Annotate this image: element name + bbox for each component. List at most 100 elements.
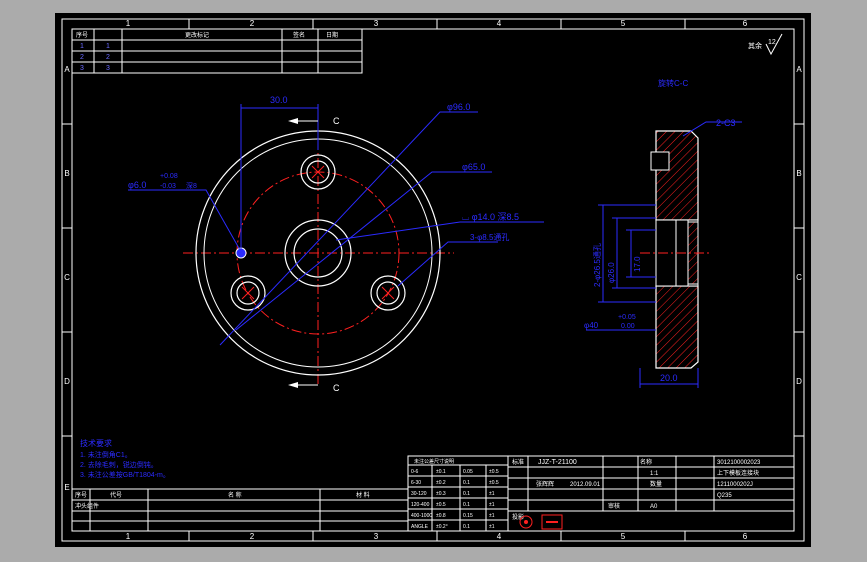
row-label: C bbox=[64, 273, 70, 282]
notes-line: 3. 未注公差按GB/T1804-m。 bbox=[80, 470, 170, 479]
tol-cell: ±1 bbox=[489, 524, 495, 530]
tol-cell: 0.1 bbox=[463, 491, 470, 497]
tol-cell: ±0.5 bbox=[489, 480, 499, 486]
tol-header: 未注公差尺寸说明 bbox=[414, 458, 454, 465]
tb-qty-label: 数量 bbox=[650, 480, 662, 488]
tol-cell: ±0.8 bbox=[436, 513, 446, 519]
rev-header: 日期 bbox=[326, 31, 338, 39]
col-label: 6 bbox=[743, 532, 748, 541]
dim-pin-tol-upper: +0.08 bbox=[160, 173, 178, 180]
dim-pin-suffix: 深8 bbox=[186, 181, 197, 190]
dim-d1: 2-φ26.5通孔 bbox=[592, 243, 602, 287]
svg-text:12: 12 bbox=[768, 39, 776, 46]
counterbore-pocket bbox=[650, 151, 670, 171]
tol-cell: ±0.5 bbox=[489, 469, 499, 475]
col-label: 2 bbox=[250, 532, 255, 541]
rev-cell: 2 bbox=[106, 54, 110, 61]
dim-d2: φ26.0 bbox=[607, 262, 616, 283]
dim-d3: 17.0 bbox=[633, 256, 642, 272]
tol-cell: ±0.2° bbox=[436, 524, 448, 530]
surface-finish-label: 其余 bbox=[748, 41, 762, 50]
tol-cell: ±0.2 bbox=[436, 480, 446, 486]
notes-line: 1. 未注倒角C1。 bbox=[80, 450, 132, 459]
section-lower bbox=[655, 285, 699, 369]
cad-drawing: 1 2 3 4 5 6 1 2 3 4 5 6 A B C D E A B C … bbox=[55, 13, 811, 547]
rev-header: 签名 bbox=[293, 31, 305, 39]
rev-header: 更改标记 bbox=[185, 31, 209, 39]
dim-tol-upper: +0.05 bbox=[618, 314, 636, 321]
tb-part-name: 上下模板连接块 bbox=[717, 469, 759, 477]
parts-header: 名 称 bbox=[228, 491, 242, 499]
row-label: B bbox=[796, 169, 801, 178]
rev-cell: 1 bbox=[106, 43, 110, 50]
row-label: E bbox=[64, 483, 69, 492]
dim-counterbore: ⌴ φ14.0 深8.5 bbox=[462, 212, 519, 222]
rev-cell: 1 bbox=[80, 43, 84, 50]
dim-pin-tol-lower: -0.03 bbox=[160, 183, 176, 190]
parts-header: 序号 bbox=[75, 491, 87, 499]
tol-cell: ±1 bbox=[489, 513, 495, 519]
tol-cell: ±0.5 bbox=[436, 502, 446, 508]
tol-cell: ±1 bbox=[489, 502, 495, 508]
parts-header: 材 料 bbox=[356, 491, 370, 499]
tb-material: Q235 bbox=[717, 493, 732, 499]
row-label: A bbox=[796, 65, 802, 74]
row-label: C bbox=[796, 273, 802, 282]
tol-cell: ±1 bbox=[489, 491, 495, 497]
dim-through-holes: 3-φ8.5通孔 bbox=[470, 232, 509, 242]
row-label: B bbox=[64, 169, 69, 178]
section-upper bbox=[655, 130, 699, 221]
tb-sheet: A0 bbox=[650, 504, 658, 510]
rev-cell: 2 bbox=[80, 54, 84, 61]
tb-label: 名称 bbox=[640, 458, 652, 466]
notes-line: 2. 去除毛刺，锐边倒钝。 bbox=[80, 460, 158, 469]
tb-designer: 张辉辉 bbox=[536, 480, 554, 488]
dim-d4: φ40 bbox=[584, 321, 599, 330]
tb-scale: 1:1 bbox=[650, 471, 659, 477]
col-label: 6 bbox=[743, 19, 748, 28]
tol-cell: 6-30 bbox=[411, 480, 421, 486]
row-label: D bbox=[796, 377, 802, 386]
col-label: 5 bbox=[621, 532, 626, 541]
col-label: 2 bbox=[250, 19, 255, 28]
chamfer-label: 2-C3 bbox=[716, 118, 736, 128]
col-label: 5 bbox=[621, 19, 626, 28]
tol-cell: 400-1000 bbox=[411, 513, 432, 519]
tol-cell: ±0.1 bbox=[436, 469, 446, 475]
notes-title: 技术要求 bbox=[80, 438, 112, 448]
row-label: A bbox=[64, 65, 70, 74]
col-label: 1 bbox=[126, 19, 131, 28]
parts-cell: 冲头组件 bbox=[75, 502, 99, 510]
tb-label: 标准 bbox=[512, 458, 524, 466]
rev-header: 序号 bbox=[76, 31, 88, 39]
tol-cell: 120-400 bbox=[411, 502, 430, 508]
tol-cell: ANGLE bbox=[411, 524, 429, 530]
dim-pin-hole: φ6.0 bbox=[128, 180, 146, 190]
tol-cell: 0.05 bbox=[463, 469, 473, 475]
tol-cell: ±0.3 bbox=[436, 491, 446, 497]
section-label-top: C bbox=[333, 116, 340, 126]
row-label: D bbox=[64, 377, 70, 386]
rev-cell: 3 bbox=[80, 65, 84, 72]
rev-cell: 3 bbox=[106, 65, 110, 72]
col-label: 3 bbox=[374, 532, 379, 541]
section-label-bottom: C bbox=[333, 383, 340, 393]
tb-date: 2012.09.01 bbox=[570, 482, 601, 488]
tol-cell: 30-120 bbox=[411, 491, 427, 497]
dim-tol-lower: 0.00 bbox=[621, 323, 635, 330]
tb-part-no: 3012100002023 bbox=[717, 460, 761, 466]
dim-offset-text: 30.0 bbox=[270, 95, 288, 105]
section-title: 旋转C-C bbox=[658, 78, 688, 88]
tol-cell: 0-6 bbox=[411, 469, 418, 475]
tol-cell: 0.1 bbox=[463, 502, 470, 508]
col-label: 4 bbox=[497, 19, 502, 28]
col-label: 3 bbox=[374, 19, 379, 28]
tol-cell: 0.1 bbox=[463, 524, 470, 530]
dim-outer-dia: φ96.0 bbox=[447, 102, 470, 112]
col-label: 4 bbox=[497, 532, 502, 541]
col-label: 1 bbox=[126, 532, 131, 541]
tol-cell: 0.15 bbox=[463, 513, 473, 519]
tb-material-no: 1211000202J bbox=[717, 482, 753, 488]
dim-bolt-circle: φ65.0 bbox=[462, 162, 485, 172]
tb-drawing-no: JJZ-T-21100 bbox=[538, 459, 577, 466]
